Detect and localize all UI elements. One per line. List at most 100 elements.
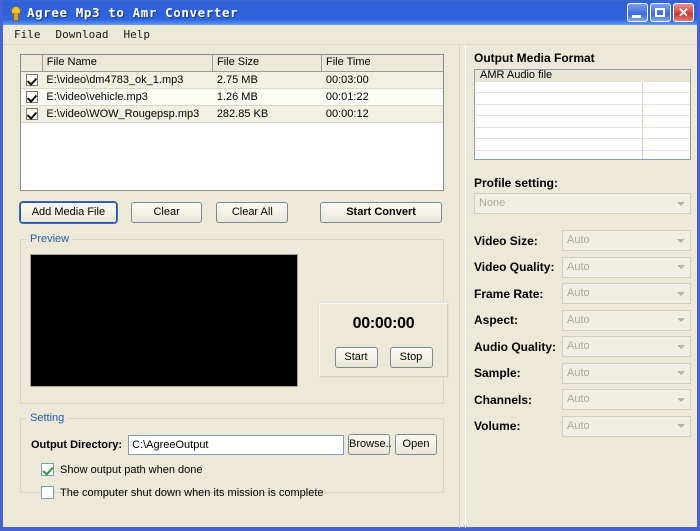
shutdown-label: The computer shut down when its mission … bbox=[60, 486, 324, 499]
file-list-header: File Name File Size File Time bbox=[21, 55, 443, 72]
browse-button[interactable]: Browse.. bbox=[348, 434, 392, 455]
channels-value: Auto bbox=[567, 393, 590, 405]
chevron-down-icon[interactable] bbox=[673, 258, 689, 276]
file-list[interactable]: File Name File Size File Time E:\video\d… bbox=[20, 54, 444, 191]
row-checkbox[interactable] bbox=[25, 74, 38, 86]
clear-button[interactable]: Clear bbox=[130, 202, 203, 223]
list-item[interactable] bbox=[475, 139, 690, 151]
table-row[interactable]: E:\video\WOW_Rougepsp.mp3 282.85 KB 00:0… bbox=[21, 106, 443, 123]
list-item[interactable]: AMR Audio file bbox=[475, 70, 690, 82]
close-button[interactable]: ✕ bbox=[673, 3, 694, 22]
row-checkbox-cell[interactable] bbox=[21, 74, 42, 86]
cell-file-name: E:\video\vehicle.mp3 bbox=[46, 91, 148, 103]
start-convert-button[interactable]: Start Convert bbox=[320, 202, 442, 223]
chevron-down-icon[interactable] bbox=[673, 417, 689, 435]
menu-item-download[interactable]: Download bbox=[53, 27, 116, 42]
output-format-list[interactable]: AMR Audio file bbox=[474, 69, 691, 160]
open-button[interactable]: Open bbox=[395, 434, 437, 455]
clear-all-button[interactable]: Clear All bbox=[216, 202, 289, 223]
param-row-audio-quality: Audio Quality: Auto bbox=[474, 336, 691, 357]
output-directory-input[interactable]: C:\AgreeOutput bbox=[128, 434, 344, 455]
audio-quality-value: Auto bbox=[567, 340, 590, 352]
video-quality-select[interactable]: Auto bbox=[562, 256, 691, 278]
show-output-path-label: Show output path when done bbox=[60, 463, 203, 476]
close-icon: ✕ bbox=[678, 5, 689, 20]
profile-setting-value: None bbox=[479, 197, 506, 209]
column-header-file-time[interactable]: File Time bbox=[322, 55, 443, 71]
column-header-file-size[interactable]: File Size bbox=[213, 55, 322, 71]
table-row[interactable]: E:\video\vehicle.mp3 1.26 MB 00:01:22 bbox=[21, 89, 443, 106]
minimize-button[interactable] bbox=[627, 3, 648, 22]
chevron-down-icon[interactable] bbox=[673, 311, 689, 329]
channels-label: Channels: bbox=[474, 392, 533, 407]
timer-panel: 00:00:00 Start Stop bbox=[318, 302, 449, 378]
right-pane: Output Media Format AMR Audio file Profi… bbox=[466, 45, 697, 528]
audio-quality-label: Audio Quality: bbox=[474, 339, 556, 354]
profile-setting-select[interactable]: None bbox=[474, 193, 691, 214]
param-row-channels: Channels: Auto bbox=[474, 389, 691, 410]
video-preview-area[interactable] bbox=[30, 254, 298, 387]
cell-file-time: 00:01:22 bbox=[325, 91, 369, 103]
shutdown-checkbox[interactable] bbox=[41, 486, 54, 499]
show-output-path-row[interactable]: Show output path when done bbox=[41, 463, 203, 476]
menu-item-file[interactable]: File bbox=[11, 27, 48, 42]
output-media-format-title: Output Media Format bbox=[474, 51, 595, 65]
table-row[interactable]: E:\video\dm4783_ok_1.mp3 2.75 MB 00:03:0… bbox=[21, 72, 443, 89]
add-media-file-button[interactable]: Add Media File bbox=[19, 201, 118, 224]
timer-display: 00:00:00 bbox=[352, 315, 415, 332]
cell-file-name: E:\video\dm4783_ok_1.mp3 bbox=[46, 74, 184, 86]
maximize-button[interactable] bbox=[650, 3, 671, 22]
show-output-path-checkbox[interactable] bbox=[41, 463, 54, 476]
chevron-down-icon[interactable] bbox=[673, 364, 689, 382]
aspect-value: Auto bbox=[567, 313, 590, 326]
output-directory-row: Output Directory: C:\AgreeOutput Browse.… bbox=[31, 434, 437, 455]
action-button-row: Add Media File Clear Clear All Start Con… bbox=[19, 201, 442, 224]
list-item[interactable] bbox=[475, 128, 690, 139]
menu-item-help[interactable]: Help bbox=[120, 27, 157, 42]
list-item[interactable] bbox=[475, 105, 690, 116]
row-checkbox-cell[interactable] bbox=[21, 108, 42, 120]
volume-label: Volume: bbox=[474, 419, 521, 433]
window-controls: ✕ bbox=[627, 3, 694, 22]
video-size-select[interactable]: Auto bbox=[562, 230, 691, 251]
list-item[interactable] bbox=[475, 116, 690, 128]
aspect-select[interactable]: Auto bbox=[562, 309, 691, 331]
volume-select[interactable]: Auto bbox=[562, 415, 691, 437]
frame-rate-value: Auto bbox=[567, 287, 590, 299]
volume-value: Auto bbox=[567, 419, 590, 432]
channels-select[interactable]: Auto bbox=[562, 389, 691, 410]
frame-rate-select[interactable]: Auto bbox=[562, 283, 691, 304]
aspect-label: Aspect: bbox=[474, 313, 519, 327]
sample-label: Sample: bbox=[474, 366, 521, 380]
sample-value: Auto bbox=[567, 366, 590, 379]
left-pane: File Name File Size File Time E:\video\d… bbox=[3, 45, 459, 528]
param-row-sample: Sample: Auto bbox=[474, 362, 691, 384]
frame-rate-label: Frame Rate: bbox=[474, 286, 544, 301]
cell-file-size: 2.75 MB bbox=[216, 74, 258, 86]
preview-start-button[interactable]: Start bbox=[334, 347, 378, 368]
row-checkbox-cell[interactable] bbox=[21, 91, 42, 103]
audio-quality-select[interactable]: Auto bbox=[562, 336, 691, 357]
setting-group: Setting Output Directory: C:\AgreeOutput… bbox=[20, 412, 444, 499]
cell-file-time: 00:03:00 bbox=[325, 74, 369, 86]
chevron-down-icon[interactable] bbox=[673, 338, 689, 355]
row-checkbox[interactable] bbox=[25, 91, 38, 103]
param-row-video-quality: Video Quality: Auto bbox=[474, 256, 691, 278]
sample-select[interactable]: Auto bbox=[562, 362, 691, 384]
list-item[interactable] bbox=[475, 151, 690, 160]
list-item[interactable] bbox=[475, 82, 690, 93]
chevron-down-icon[interactable] bbox=[673, 285, 689, 302]
shutdown-row[interactable]: The computer shut down when its mission … bbox=[41, 486, 324, 499]
pane-divider bbox=[459, 45, 466, 528]
row-checkbox[interactable] bbox=[25, 108, 38, 120]
preview-stop-button[interactable]: Stop bbox=[389, 347, 433, 368]
chevron-down-icon[interactable] bbox=[673, 232, 689, 249]
chevron-down-icon[interactable] bbox=[673, 195, 689, 212]
application-window: Agree Mp3 to Amr Converter ✕ File Downlo… bbox=[0, 0, 700, 531]
cell-file-size: 282.85 KB bbox=[216, 108, 269, 120]
chevron-down-icon[interactable] bbox=[673, 391, 689, 408]
timer-button-row: Start Stop bbox=[319, 347, 448, 368]
output-directory-label: Output Directory: bbox=[31, 438, 123, 451]
list-item[interactable] bbox=[475, 93, 690, 105]
column-header-file-name[interactable]: File Name bbox=[43, 55, 213, 71]
